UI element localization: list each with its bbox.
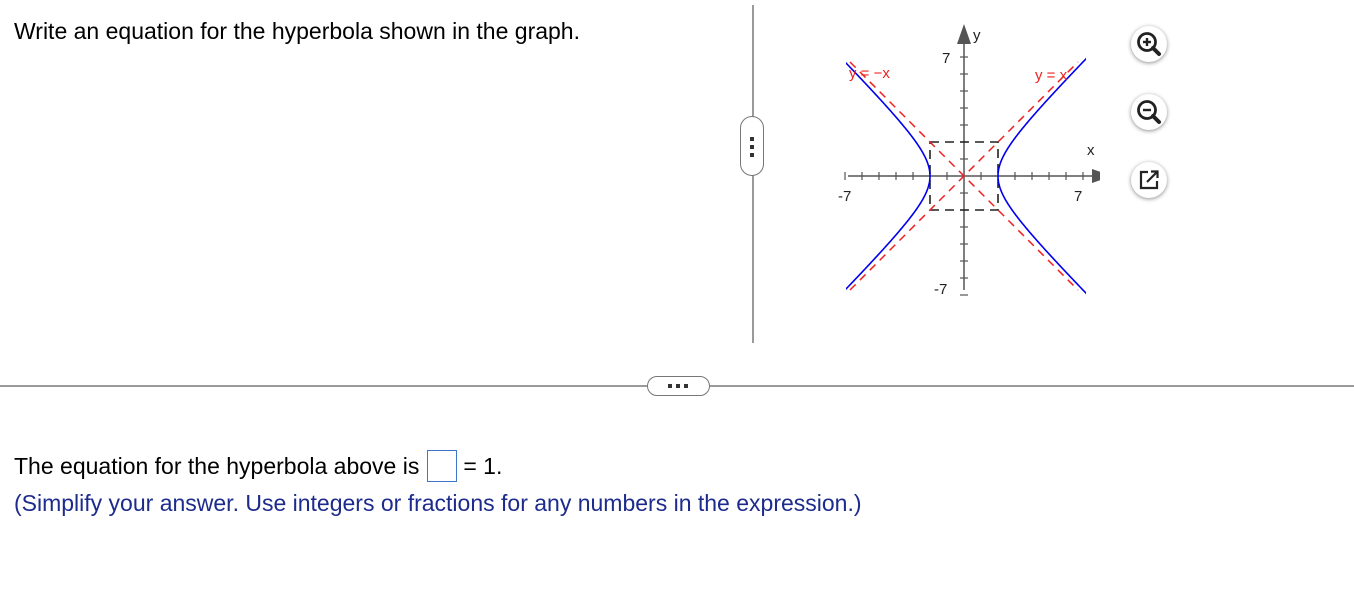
handle-dot <box>750 145 754 149</box>
answer-prefix: The equation for the hyperbola above is <box>14 453 420 480</box>
x-axis-arrow <box>1092 169 1112 183</box>
popout-icon <box>1139 170 1159 190</box>
answer-line: The equation for the hyperbola above is =… <box>14 450 503 484</box>
asymptote-label-neg-x: y = −x <box>849 65 890 82</box>
handle-dot <box>668 384 672 388</box>
vertical-resize-handle[interactable] <box>740 116 764 176</box>
graph-svg: y x 7 -7 -7 7 y = −x y = x <box>838 24 1112 298</box>
handle-dot <box>676 384 680 388</box>
asymptote-label-x: y = x <box>1035 67 1068 84</box>
handle-dot <box>750 137 754 141</box>
answer-suffix: = 1. <box>463 453 503 480</box>
popout-button[interactable] <box>1131 162 1167 198</box>
zoom-in-button[interactable] <box>1131 26 1167 62</box>
zoom-in-icon <box>1137 32 1161 56</box>
x-max-tick-label: 7 <box>1074 188 1082 205</box>
handle-dot <box>684 384 688 388</box>
x-axis-label: x <box>1087 142 1095 159</box>
question-text: Write an equation for the hyperbola show… <box>14 18 580 44</box>
horizontal-resize-handle[interactable] <box>647 376 710 396</box>
answer-input-box[interactable] <box>427 450 458 482</box>
zoom-out-icon <box>1137 100 1161 124</box>
x-min-tick-label: -7 <box>838 188 851 205</box>
handle-dot <box>750 153 754 157</box>
y-axis-label: y <box>973 27 981 44</box>
y-axis-arrow <box>957 24 971 44</box>
y-min-tick-label: -7 <box>934 281 947 298</box>
y-max-tick-label: 7 <box>942 50 950 67</box>
answer-hint: (Simplify your answer. Use integers or f… <box>14 490 862 516</box>
zoom-out-button[interactable] <box>1131 94 1167 130</box>
hyperbola-graph: y x 7 -7 -7 7 y = −x y = x <box>830 22 1112 302</box>
